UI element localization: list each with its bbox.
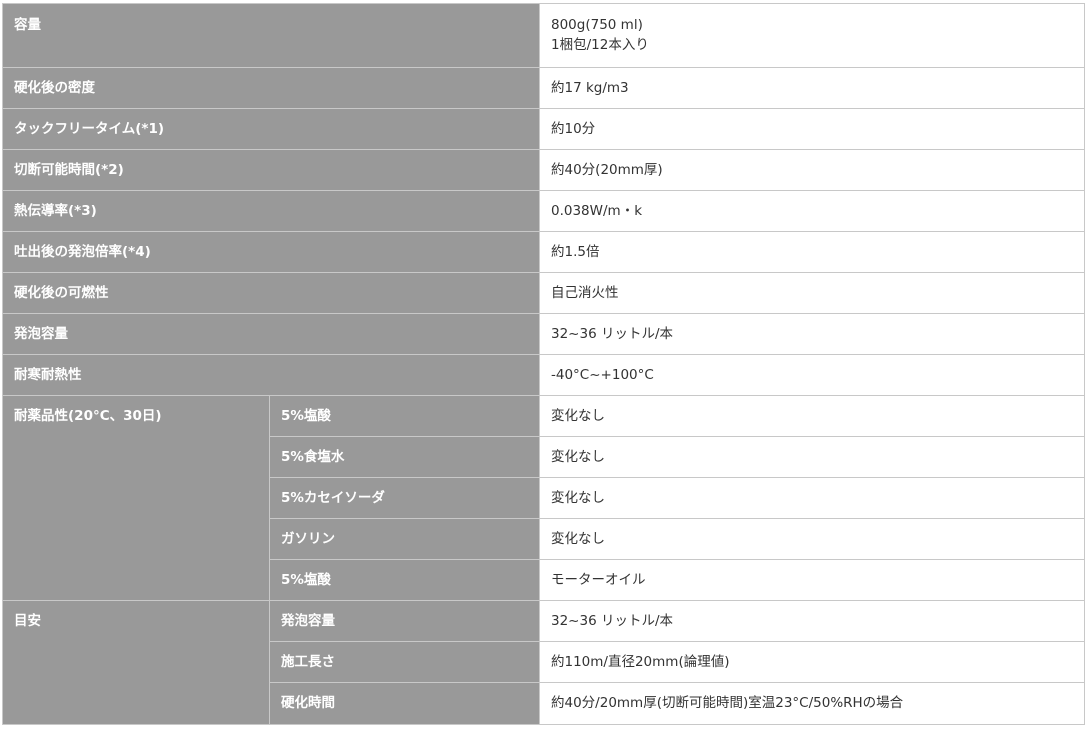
row-value-temperature-range: -40°C~+100°C — [539, 354, 1085, 396]
row-value-tack-free-time: 約10分 — [539, 108, 1085, 150]
group-label-chemical-resistance: 耐薬品性(20°C、30日) — [2, 395, 270, 601]
sub-value-chemical: モーターオイル — [539, 559, 1085, 601]
sub-label-chemical: 5%塩酸 — [269, 395, 540, 437]
row-value-thermal-conductivity: 0.038W/m・k — [539, 190, 1085, 232]
table-row: 吐出後の発泡倍率(*4) 約1.5倍 — [2, 231, 1085, 273]
row-label-foam-volume: 発泡容量 — [2, 313, 540, 355]
sub-value-guide: 約40分/20mm厚(切断可能時間)室温23°C/50%RHの場合 — [539, 682, 1085, 725]
row-value-flammability: 自己消火性 — [539, 272, 1085, 314]
sub-label-chemical: 5%塩酸 — [269, 559, 540, 601]
row-value-expansion-ratio: 約1.5倍 — [539, 231, 1085, 273]
sub-value-guide: 約110m/直径20mm(論理値) — [539, 641, 1085, 683]
capacity-value-line2: 1梱包/12本入り — [551, 37, 649, 53]
sub-value-chemical: 変化なし — [539, 436, 1085, 478]
row-label-capacity: 容量 — [2, 3, 540, 68]
group-label-guide: 目安 — [2, 600, 270, 725]
spec-table: 容量 800g(750 ml) 1梱包/12本入り 硬化後の密度 約17 kg/… — [2, 3, 1085, 725]
table-row: 発泡容量 32~36 リットル/本 — [2, 313, 1085, 355]
sub-value-chemical: 変化なし — [539, 477, 1085, 519]
table-row: 耐寒耐熱性 -40°C~+100°C — [2, 354, 1085, 396]
table-row: 耐薬品性(20°C、30日) 5%塩酸 変化なし — [2, 395, 1085, 601]
row-label-cuttable-time: 切断可能時間(*2) — [2, 149, 540, 191]
table-row: 切断可能時間(*2) 約40分(20mm厚) — [2, 149, 1085, 191]
table-row: タックフリータイム(*1) 約10分 — [2, 108, 1085, 150]
row-value-cuttable-time: 約40分(20mm厚) — [539, 149, 1085, 191]
row-label-tack-free-time: タックフリータイム(*1) — [2, 108, 540, 150]
sub-label-guide: 硬化時間 — [269, 682, 540, 725]
row-value-density: 約17 kg/m3 — [539, 67, 1085, 109]
row-label-thermal-conductivity: 熱伝導率(*3) — [2, 190, 540, 232]
sub-value-chemical: 変化なし — [539, 395, 1085, 437]
sub-value-guide: 32~36 リットル/本 — [539, 600, 1085, 642]
table-row: 硬化後の密度 約17 kg/m3 — [2, 67, 1085, 109]
capacity-value-line1: 800g(750 ml) — [551, 17, 643, 33]
sub-label-chemical: 5%カセイソーダ — [269, 477, 540, 519]
table-row: 熱伝導率(*3) 0.038W/m・k — [2, 190, 1085, 232]
sub-label-guide: 施工長さ — [269, 641, 540, 683]
sub-value-chemical: 変化なし — [539, 518, 1085, 560]
row-label-temperature-range: 耐寒耐熱性 — [2, 354, 540, 396]
row-label-density: 硬化後の密度 — [2, 67, 540, 109]
table-row-capacity: 容量 800g(750 ml) 1梱包/12本入り — [2, 3, 1085, 68]
row-value-foam-volume: 32~36 リットル/本 — [539, 313, 1085, 355]
row-value-capacity: 800g(750 ml) 1梱包/12本入り — [539, 3, 1085, 68]
row-label-flammability: 硬化後の可燃性 — [2, 272, 540, 314]
table-row: 目安 発泡容量 32~36 リットル/本 — [2, 600, 1085, 725]
sub-label-chemical: ガソリン — [269, 518, 540, 560]
sub-label-guide: 発泡容量 — [269, 600, 540, 642]
table-row: 硬化後の可燃性 自己消火性 — [2, 272, 1085, 314]
row-label-expansion-ratio: 吐出後の発泡倍率(*4) — [2, 231, 540, 273]
sub-label-chemical: 5%食塩水 — [269, 436, 540, 478]
